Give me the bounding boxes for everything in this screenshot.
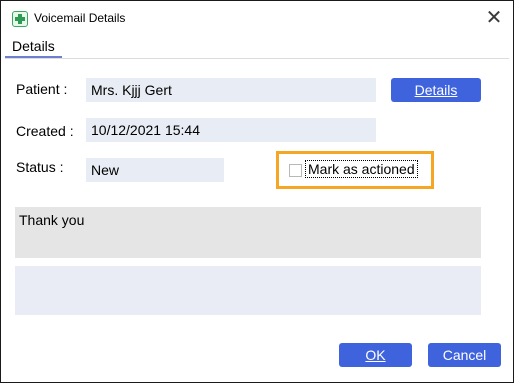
tab-details[interactable]: Details: [12, 38, 55, 54]
mark-actioned-label[interactable]: Mark as actioned: [305, 160, 418, 178]
title-bar: Voicemail Details ✕: [1, 1, 513, 35]
voicemail-notes[interactable]: Thank you: [15, 207, 481, 258]
created-field: 10/12/2021 15:44: [86, 118, 376, 142]
window-title: Voicemail Details: [34, 11, 126, 25]
voicemail-app-icon: [12, 11, 28, 27]
created-label: Created :: [16, 123, 74, 139]
patient-field: Mrs. Kjjj Gert: [86, 78, 376, 102]
cancel-button-label: Cancel: [442, 347, 487, 363]
details-button-label: Details: [414, 82, 458, 98]
tab-divider: [5, 58, 509, 59]
ok-button-label: OK: [365, 347, 386, 363]
close-icon[interactable]: ✕: [481, 5, 507, 31]
cancel-button[interactable]: Cancel: [428, 343, 501, 367]
mark-actioned-checkbox[interactable]: [289, 164, 302, 177]
voicemail-details-dialog: Voicemail Details ✕ Details Patient : Mr…: [0, 0, 514, 383]
status-label: Status :: [16, 159, 64, 175]
patient-details-button[interactable]: Details: [391, 78, 481, 102]
status-field: New: [86, 158, 224, 182]
additional-notes-area[interactable]: [15, 266, 481, 315]
ok-button[interactable]: OK: [339, 343, 412, 367]
patient-label: Patient :: [16, 81, 68, 97]
